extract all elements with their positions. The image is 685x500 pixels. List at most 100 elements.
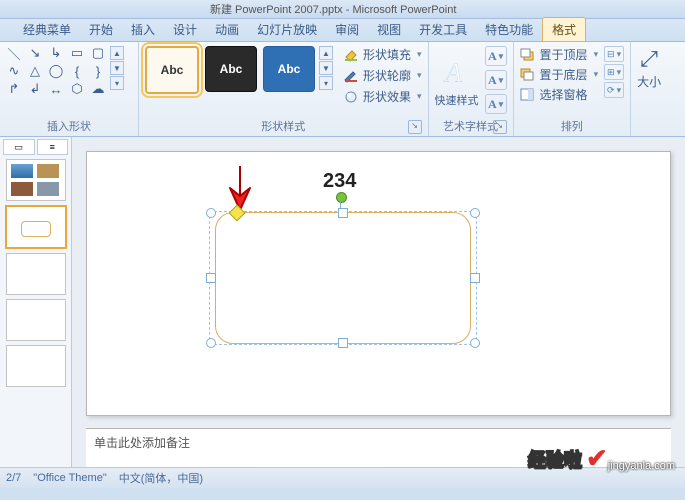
tab-view[interactable]: 视图 [368, 18, 410, 41]
shape-elbow-icon[interactable]: ↱ [6, 82, 22, 96]
resize-handle-se[interactable] [470, 338, 480, 348]
style-preset-3[interactable]: Abc [263, 46, 315, 92]
gallery-expand-icon[interactable]: ▾ [110, 76, 124, 90]
shape-line-icon[interactable]: ＼ [6, 46, 22, 60]
slides-tab[interactable]: ▭ [3, 139, 35, 155]
resize-handle-e[interactable] [470, 273, 480, 283]
dialog-launcher-icon[interactable]: ↘ [493, 120, 507, 134]
resize-handle-w[interactable] [206, 273, 216, 283]
send-back-icon [520, 68, 536, 82]
rotate-button[interactable]: ⟳▾ [604, 82, 624, 98]
tab-developer[interactable]: 开发工具 [410, 18, 476, 41]
outline-tab[interactable]: ≡ [37, 139, 69, 155]
resize-handle-nw[interactable] [206, 208, 216, 218]
shape-freeform-icon[interactable]: △ [27, 64, 43, 78]
status-theme: "Office Theme" [33, 472, 106, 484]
style-scroll-down-icon[interactable]: ▼ [319, 61, 333, 75]
tab-special[interactable]: 特色功能 [476, 18, 542, 41]
text-label: 234 [323, 170, 356, 193]
shape-roundrect-icon[interactable]: ▢ [90, 46, 106, 60]
selection-pane-button[interactable]: 选择窗格 [520, 86, 599, 103]
resize-handle-sw[interactable] [206, 338, 216, 348]
shape-elbow2-icon[interactable]: ↲ [27, 82, 43, 96]
shape-cloud-icon[interactable]: ☁ [90, 82, 106, 96]
slide-thumb-3[interactable] [6, 253, 66, 295]
shape-fill-button[interactable]: 形状填充▾ [343, 46, 422, 63]
window-title: 新建 PowerPoint 2007.pptx - Microsoft Powe… [210, 1, 456, 17]
resize-handle-ne[interactable] [470, 208, 480, 218]
shape-oval-icon[interactable]: ◯ [48, 64, 64, 78]
style-scroll-up-icon[interactable]: ▲ [319, 46, 333, 60]
shape-brace-icon[interactable]: { [69, 64, 85, 78]
effects-icon [343, 90, 359, 104]
slide-thumb-4[interactable] [6, 299, 66, 341]
tab-review[interactable]: 审阅 [326, 18, 368, 41]
shapes-gallery-scroll[interactable]: ▲ ▼ ▾ [110, 46, 124, 96]
group-arrange: 置于顶层▾ 置于底层▾ 选择窗格 ⊟▾ ⊞▾ ⟳▾ [514, 42, 632, 136]
chevron-down-icon: ▾ [417, 91, 422, 102]
resize-handle-n[interactable] [338, 208, 348, 218]
tab-insert[interactable]: 插入 [122, 18, 164, 41]
shape-brace2-icon[interactable]: } [90, 64, 106, 78]
style-preset-1[interactable]: Abc [145, 46, 199, 94]
shape-2arrow-icon[interactable]: ↔ [48, 82, 64, 96]
shape-rect-icon[interactable]: ▭ [69, 46, 85, 60]
scroll-down-icon[interactable]: ▼ [110, 61, 124, 75]
tab-format[interactable]: 格式 [542, 17, 586, 41]
size-label: 大小 [637, 73, 661, 90]
slide-thumb-5[interactable] [6, 345, 66, 387]
shape-connector-icon[interactable]: ↳ [48, 46, 64, 60]
ribbon: ＼ ↘ ↳ ▭ ▢ ∿ △ ◯ { } ↱ ↲ ↔ ⬡ [0, 42, 685, 137]
rounded-rectangle-shape[interactable] [215, 212, 471, 344]
tab-home[interactable]: 开始 [80, 18, 122, 41]
bring-front-button[interactable]: 置于顶层▾ [520, 46, 599, 63]
group-insert-shapes: ＼ ↘ ↳ ▭ ▢ ∿ △ ◯ { } ↱ ↲ ↔ ⬡ [0, 42, 139, 136]
scroll-up-icon[interactable]: ▲ [110, 46, 124, 60]
status-language[interactable]: 中文(简体，中国) [119, 470, 203, 486]
shape-outline-button[interactable]: 形状轮廓▾ [343, 67, 422, 84]
group-label-insert-shapes: 插入形状 [6, 116, 132, 136]
group-wordart: A 快速样式 A▾ A▾ A▾ 艺术字样式 ↘ [429, 42, 514, 136]
wordart-quick-button[interactable]: A 快速样式 [435, 52, 479, 108]
tab-slideshow[interactable]: 幻灯片放映 [248, 18, 326, 41]
rotation-handle[interactable] [336, 192, 347, 203]
group-label-shape-styles: 形状样式 ↘ [145, 116, 422, 136]
tab-animation[interactable]: 动画 [206, 18, 248, 41]
shape-style-gallery[interactable]: Abc Abc Abc [145, 46, 315, 94]
text-fill-button[interactable]: A▾ [485, 46, 507, 66]
shapes-gallery[interactable]: ＼ ↘ ↳ ▭ ▢ ∿ △ ◯ { } ↱ ↲ ↔ ⬡ [6, 46, 106, 96]
shape-curve-icon[interactable]: ∿ [6, 64, 22, 78]
chevron-down-icon: ▾ [499, 51, 504, 62]
tab-design[interactable]: 设计 [164, 18, 206, 41]
slide-thumb-1[interactable] [6, 159, 66, 201]
shape-hex-icon[interactable]: ⬡ [69, 82, 85, 96]
chevron-down-icon: ▾ [594, 49, 599, 60]
style-gallery-scroll[interactable]: ▲ ▼ ▾ [319, 46, 333, 90]
align-button[interactable]: ⊟▾ [604, 46, 624, 62]
bring-front-icon [520, 48, 536, 62]
style-preset-2[interactable]: Abc [205, 46, 257, 92]
send-back-button[interactable]: 置于底层▾ [520, 66, 599, 83]
chevron-down-icon: ▾ [417, 49, 422, 60]
slide-thumb-2[interactable] [5, 205, 67, 249]
group-shape-styles: Abc Abc Abc ▲ ▼ ▾ 形状填充▾ [139, 42, 429, 136]
chevron-down-icon: ▾ [594, 69, 599, 80]
status-bar: 2/7 "Office Theme" 中文(简体，中国) [0, 467, 685, 488]
notes-pane[interactable]: 单击此处添加备注 [86, 428, 671, 467]
shape-style-menu: 形状填充▾ 形状轮廓▾ 形状效果▾ [343, 46, 422, 105]
style-expand-icon[interactable]: ▾ [319, 76, 333, 90]
group-size: ⤢ 大小 [631, 42, 667, 136]
outline-pen-icon [343, 69, 359, 83]
text-effects-button[interactable]: A▾ [485, 94, 507, 114]
shape-effects-button[interactable]: 形状效果▾ [343, 88, 422, 105]
text-outline-button[interactable]: A▾ [485, 70, 507, 90]
slide-canvas[interactable]: 234 [86, 151, 671, 416]
group-button[interactable]: ⊞▾ [604, 64, 624, 80]
status-slide-number: 2/7 [6, 472, 21, 484]
dialog-launcher-icon[interactable]: ↘ [408, 120, 422, 134]
resize-handle-s[interactable] [338, 338, 348, 348]
shape-arrow-icon[interactable]: ↘ [27, 46, 43, 60]
workspace: ▭ ≡ 234 单击此处 [0, 137, 685, 467]
chevron-down-icon: ▾ [499, 99, 504, 110]
tab-classic[interactable]: 经典菜单 [14, 18, 80, 41]
